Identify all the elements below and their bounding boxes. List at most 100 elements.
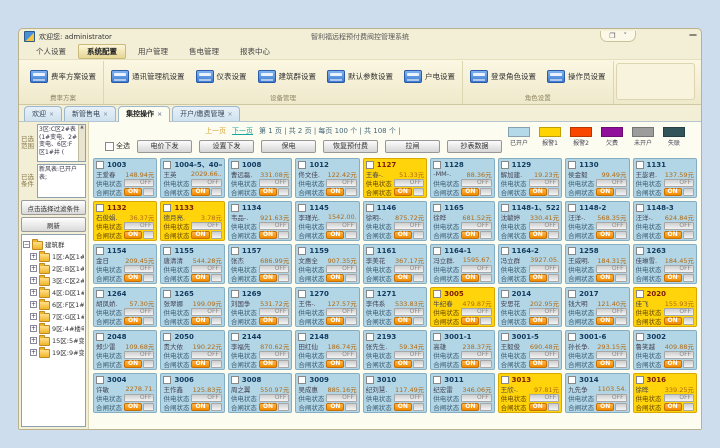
card-checkbox[interactable] (298, 290, 306, 298)
tree-node-3[interactable]: +4区:D区1#井 ( (23, 286, 84, 298)
switch-on-badge[interactable]: ON (394, 317, 412, 325)
meter-card[interactable]: 2020 佳飞 155.93元 供电状态 OFF 合闸状态 ON (633, 287, 697, 327)
expand-icon[interactable]: + (30, 277, 37, 284)
switch-on-badge[interactable]: ON (394, 231, 412, 239)
switch-on-badge[interactable]: ON (326, 317, 344, 325)
tree-node-1[interactable]: +2区:B区1#井(楼 (23, 262, 84, 274)
switch-on-badge[interactable]: ON (461, 231, 479, 239)
meter-card[interactable]: 1271 李伟系 533.83元 供电状态 OFF 合闸状态 ON (363, 287, 427, 327)
collapse-icon[interactable]: − (23, 241, 30, 248)
meter-card[interactable]: 1155 唐清清 544.28元 供电状态 OFF 合闸状态 ON (160, 244, 224, 284)
card-checkbox[interactable] (636, 247, 644, 255)
switch-on-badge[interactable]: ON (596, 317, 614, 325)
ribbon-button-1-4[interactable]: 户电设置 (401, 68, 458, 85)
tree-node-8[interactable]: +19区:9#变电站 (23, 346, 84, 358)
card-checkbox[interactable] (568, 247, 576, 255)
menu-item-4[interactable]: 报表中心 (231, 44, 279, 59)
select-all[interactable]: 全选 (105, 141, 130, 151)
switch-on-badge[interactable]: ON (461, 360, 479, 368)
switch-on-badge[interactable]: ON (259, 403, 277, 411)
toolbar-button-2[interactable]: 保电 (261, 140, 316, 153)
switch-on-badge[interactable]: ON (596, 231, 614, 239)
switch-on-badge[interactable]: ON (124, 403, 142, 411)
ribbon-button-1-1[interactable]: 仪表设置 (193, 68, 250, 85)
meter-card[interactable]: 3006 王作鑫 125.83元 供电状态 OFF 合闸状态 ON (160, 373, 224, 413)
card-checkbox[interactable] (433, 290, 441, 298)
meter-card[interactable]: 1264 胡凤娇. 57.30元 供电状态 OFF 合闸状态 ON (93, 287, 157, 327)
card-checkbox[interactable] (298, 204, 306, 212)
meter-card[interactable]: 3010 纪刘慧. 117.49元 供电状态 OFF 合闸状态 ON (363, 373, 427, 413)
meter-card[interactable]: 1132 石俊娟. 36.37元 供电状态 OFF 合闸状态 ON (93, 201, 157, 241)
card-checkbox[interactable] (501, 247, 509, 255)
tree-root[interactable]: −建筑群 (23, 238, 84, 250)
tab-close-icon[interactable]: × (103, 111, 108, 118)
tree-node-6[interactable]: +9区:4#楼电井 ( (23, 322, 84, 334)
card-checkbox[interactable] (636, 161, 644, 169)
expand-icon[interactable]: + (30, 337, 37, 344)
card-checkbox[interactable] (366, 161, 374, 169)
card-checkbox[interactable] (501, 290, 509, 298)
card-checkbox[interactable] (501, 204, 509, 212)
switch-on-badge[interactable]: ON (664, 317, 682, 325)
meter-card[interactable]: 1265 张翠娜 199.09元 供电状态 OFF 合闸状态 ON (160, 287, 224, 327)
card-checkbox[interactable] (366, 376, 374, 384)
switch-on-badge[interactable]: ON (259, 188, 277, 196)
switch-on-badge[interactable]: ON (124, 231, 142, 239)
tree-node-7[interactable]: +15区:5#变站 (3 (23, 334, 84, 346)
switch-on-badge[interactable]: ON (529, 188, 547, 196)
toolbar-button-5[interactable]: 抄表数据 (447, 140, 502, 153)
switch-on-badge[interactable]: ON (326, 403, 344, 411)
expand-icon[interactable]: + (30, 313, 37, 320)
card-checkbox[interactable] (231, 204, 239, 212)
tab-1[interactable]: 新管售电× (64, 106, 116, 121)
tree-node-4[interactable]: +6区:F区1#井 (1 (23, 298, 84, 310)
meter-card[interactable]: 1003 王爱春 148.94元 供电状态 OFF 合闸状态 ON (93, 158, 157, 198)
card-checkbox[interactable] (298, 161, 306, 169)
meter-card[interactable]: 3013 王欣-. 97.81元 供电状态 OFF 合闸状态 ON (498, 373, 562, 413)
card-checkbox[interactable] (568, 376, 576, 384)
prev-page-link[interactable]: 上一页 (205, 126, 226, 136)
switch-on-badge[interactable]: ON (191, 231, 209, 239)
refresh-button[interactable]: 刷新 (21, 217, 86, 232)
switch-on-badge[interactable]: ON (529, 274, 547, 282)
switch-on-badge[interactable]: ON (259, 231, 277, 239)
switch-on-badge[interactable]: ON (259, 274, 277, 282)
switch-on-badge[interactable]: ON (394, 274, 412, 282)
card-checkbox[interactable] (96, 247, 104, 255)
meter-card[interactable]: 1128 -MM-. 88.36元 供电状态 OFF 合闸状态 ON (430, 158, 494, 198)
card-checkbox[interactable] (96, 204, 104, 212)
tab-close-icon[interactable]: × (157, 111, 162, 118)
card-checkbox[interactable] (163, 161, 171, 169)
card-checkbox[interactable] (163, 290, 171, 298)
card-checkbox[interactable] (96, 161, 104, 169)
toolbar-button-0[interactable]: 电价下发 (137, 140, 192, 153)
switch-on-badge[interactable]: ON (326, 274, 344, 282)
ribbon-button-0-0[interactable]: 费率方案设置 (27, 68, 99, 85)
meter-card[interactable]: 3011 纪宏雷 346.06元 供电状态 OFF 合闸状态 ON (430, 373, 494, 413)
switch-on-badge[interactable]: ON (191, 403, 209, 411)
meter-card[interactable]: 1269 刘国争 531.72元 供电状态 OFF 合闸状态 ON (228, 287, 292, 327)
meter-card[interactable]: 3002 鲁笑越 409.88元 供电状态 OFF 合闸状态 ON (633, 330, 697, 370)
select-all-checkbox[interactable] (105, 142, 114, 151)
card-checkbox[interactable] (163, 376, 171, 384)
card-checkbox[interactable] (501, 333, 509, 341)
card-checkbox[interactable] (298, 376, 306, 384)
meter-card[interactable]: 1131 王毖君. 137.59元 供电状态 OFF 合闸状态 ON (633, 158, 697, 198)
card-checkbox[interactable] (366, 290, 374, 298)
card-checkbox[interactable] (366, 333, 374, 341)
switch-on-badge[interactable]: ON (124, 274, 142, 282)
choose-filter-button[interactable]: 点击选择过滤条件 (21, 200, 86, 215)
meter-card[interactable]: 2048 郑少雷 109.68元 供电状态 OFF 合闸状态 ON (93, 330, 157, 370)
meter-card[interactable]: 1008 曹远磊. 331.08元 供电状态 OFF 合闸状态 ON (228, 158, 292, 198)
meter-card[interactable]: 1157 张杰 686.99元 供电状态 OFF 合闸状态 ON (228, 244, 292, 284)
switch-on-badge[interactable]: ON (191, 360, 209, 368)
card-checkbox[interactable] (636, 290, 644, 298)
selected-filter-listbox[interactable]: 新风表:已开户表; (37, 164, 86, 198)
scrollbar[interactable]: ▲ (78, 125, 85, 161)
meter-card[interactable]: 1161 李美花 367.17元 供电状态 OFF 合闸状态 ON (363, 244, 427, 284)
card-checkbox[interactable] (636, 333, 644, 341)
switch-on-badge[interactable]: ON (529, 403, 547, 411)
menu-item-3[interactable]: 售电管理 (180, 44, 228, 59)
meter-card[interactable]: 1159 文惠全 907.35元 供电状态 OFF 合闸状态 ON (295, 244, 359, 284)
ribbon-button-1-3[interactable]: 默认参数设置 (324, 68, 396, 85)
